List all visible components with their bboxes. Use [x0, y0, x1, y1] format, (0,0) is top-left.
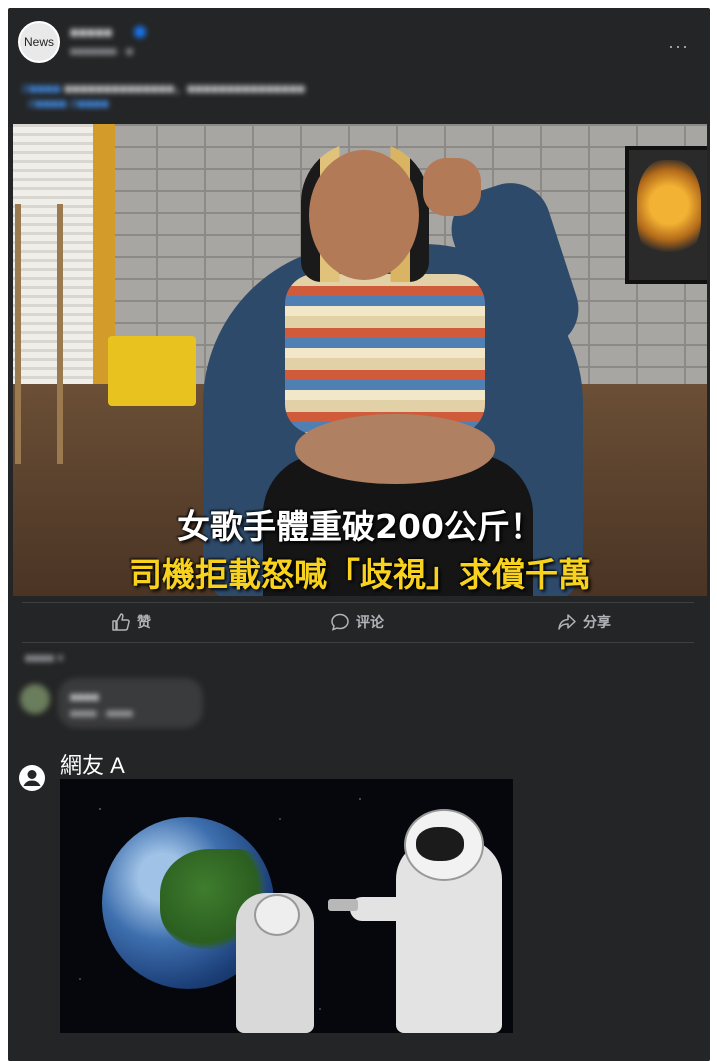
person-face — [309, 150, 419, 280]
facebook-post: News ■■■■■ ■■■■■■■ · ■ ··· #■■■■ ■■■■■■■… — [8, 8, 710, 1061]
like-button[interactable]: 赞 — [111, 612, 151, 632]
page-name[interactable]: ■■■■■ — [70, 24, 112, 40]
more-options-icon[interactable]: ··· — [668, 36, 689, 57]
astronaut-back-visor — [416, 827, 464, 861]
caption-text: ■■■■■■■■■■■■■■，■■■■■■■■■■■■■■■ — [60, 81, 305, 96]
headline-line1: 女歌手體重破200公斤！ — [177, 507, 543, 546]
comment-button[interactable]: 评论 — [330, 612, 384, 632]
astronaut-back-arm — [350, 897, 412, 921]
astronaut-front-helmet — [254, 894, 300, 936]
comment-sort-dropdown[interactable]: ■■■■ ▾ — [25, 651, 63, 665]
commenter-avatar[interactable] — [20, 684, 50, 714]
person-shirt — [285, 274, 485, 434]
page-avatar[interactable]: News — [18, 21, 60, 63]
comment-bubble-icon — [331, 613, 349, 631]
person-hand — [423, 158, 481, 216]
caption-tags[interactable]: #■■■■ #■■■■ — [28, 96, 109, 111]
mop-bucket — [108, 336, 196, 406]
comment-text: ■■■■ · ■■■■ — [70, 708, 133, 720]
like-label: 赞 — [137, 614, 151, 630]
person-belly — [295, 414, 495, 484]
meme-image[interactable] — [60, 779, 513, 1033]
share-button[interactable]: 分享 — [557, 612, 611, 632]
commenter-name[interactable]: ■■■■ — [70, 690, 99, 704]
share-label: 分享 — [583, 614, 611, 630]
avatar-label: News — [23, 35, 54, 49]
post-meta[interactable]: ■■■■■■■ · ■ — [70, 46, 133, 58]
verified-badge-icon — [134, 26, 146, 38]
divider — [22, 642, 694, 643]
headline-line2: 司機拒載怒喊「歧視」求償千萬 — [129, 555, 591, 594]
post-image[interactable]: 女歌手體重破200公斤！ 司機拒載怒喊「歧視」求償千萬 — [13, 124, 707, 596]
thumbs-up-icon — [112, 613, 130, 631]
gun — [328, 899, 358, 911]
overlay-comment: 網友 A — [8, 734, 710, 1061]
ladder — [15, 204, 63, 464]
share-arrow-icon — [558, 614, 576, 630]
lion-painting — [625, 146, 707, 284]
comment-label: 评论 — [356, 614, 384, 630]
user-profile-icon[interactable] — [18, 764, 46, 792]
caption-hashtag[interactable]: #■■■■ — [22, 81, 61, 96]
divider — [22, 602, 694, 603]
post-caption: #■■■■ ■■■■■■■■■■■■■■，■■■■■■■■■■■■■■■ — [22, 78, 305, 97]
overlay-user-name[interactable]: 網友 A — [60, 748, 125, 780]
